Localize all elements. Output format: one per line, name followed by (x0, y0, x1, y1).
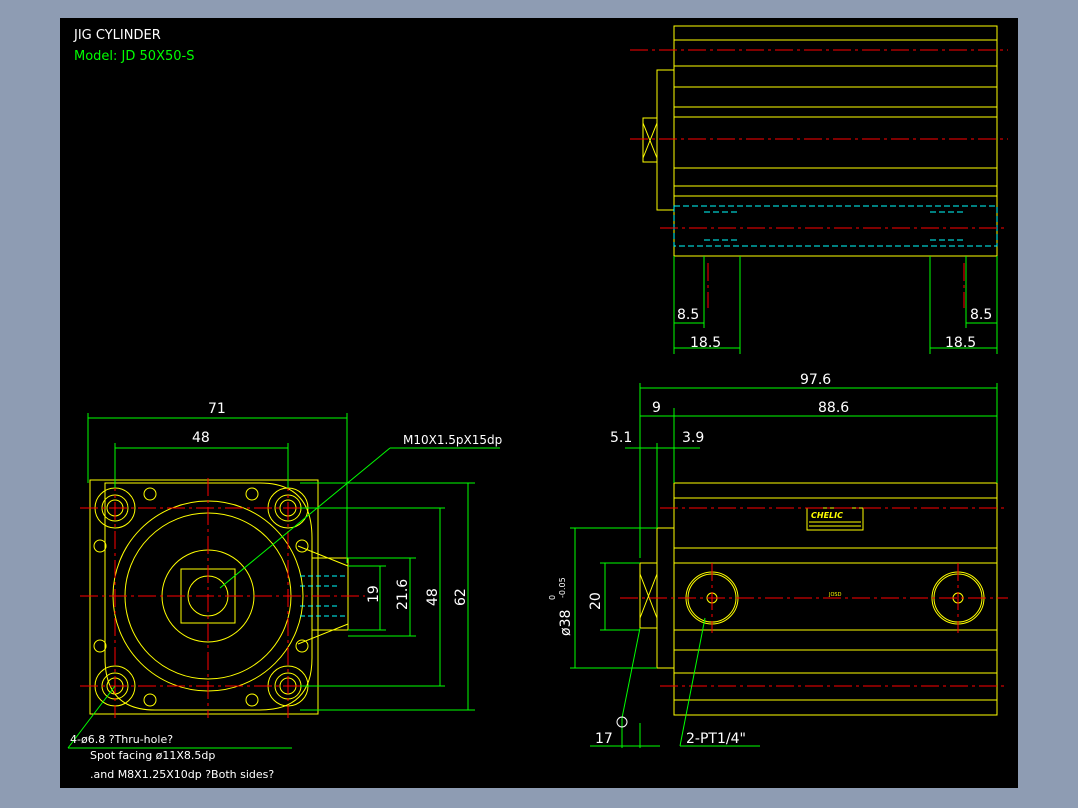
dim-front-62: 62 (453, 588, 469, 606)
dim-top-18-5-left: 18.5 (690, 335, 721, 351)
dim-side-5-1: 5.1 (610, 430, 632, 446)
side-view: CHELIC JOSD 97.6 9 88.6 5.1 3.9 20 ø38 0… (548, 372, 1008, 748)
side-center-mark: JOSD (828, 592, 842, 598)
hole-note-line2: Spot facing ø11X8.5dp (90, 749, 215, 762)
top-view-rod-end (656, 69, 675, 211)
front-view: 71 48 62 48 21.6 19 M10X1.5pX15dp 4-ø6.8… (67, 401, 502, 781)
port-callout: 2-PT1/4" (686, 731, 746, 747)
dim-front-21-6: 21.6 (395, 579, 411, 610)
dim-side-tol-lower: -0.05 (558, 577, 567, 598)
hole-note-line3: .and M8X1.25X10dp ?Both sides? (90, 768, 274, 781)
hole-note-line1: 4-ø6.8 ?Thru-hole? (70, 733, 173, 746)
dim-side-9: 9 (652, 400, 661, 416)
dim-front-71: 71 (208, 401, 226, 417)
dim-side-dia-38: ø38 (558, 610, 574, 636)
dim-side-20: 20 (588, 592, 604, 610)
model-label: Model: JD 50X50-S (74, 49, 194, 64)
dim-top-18-5-right: 18.5 (945, 335, 976, 351)
dim-side-17: 17 (595, 731, 613, 747)
chelic-logo: CHELIC (811, 511, 843, 520)
top-view: 8.5 18.5 8.5 18.5 (630, 25, 1008, 354)
dim-side-97-6: 97.6 (800, 372, 831, 388)
dim-front-48-height: 48 (425, 588, 441, 606)
dim-side-3-9: 3.9 (682, 430, 704, 446)
dim-side-tol-upper: 0 (548, 595, 557, 600)
top-view-body (673, 25, 998, 257)
drawing-canvas: JIG CYLINDER Model: JD 50X50-S 8.5 18.5 … (60, 18, 1018, 788)
dim-front-19: 19 (366, 585, 382, 603)
dim-side-88-6: 88.6 (818, 400, 849, 416)
drawing-title: JIG CYLINDER (73, 28, 161, 43)
dim-front-48-width: 48 (192, 430, 210, 446)
thread-callout: M10X1.5pX15dp (403, 433, 502, 447)
cad-drawing: JIG CYLINDER Model: JD 50X50-S 8.5 18.5 … (67, 25, 1008, 781)
dim-top-8-5-left: 8.5 (677, 307, 699, 323)
dim-top-8-5-right: 8.5 (970, 307, 992, 323)
